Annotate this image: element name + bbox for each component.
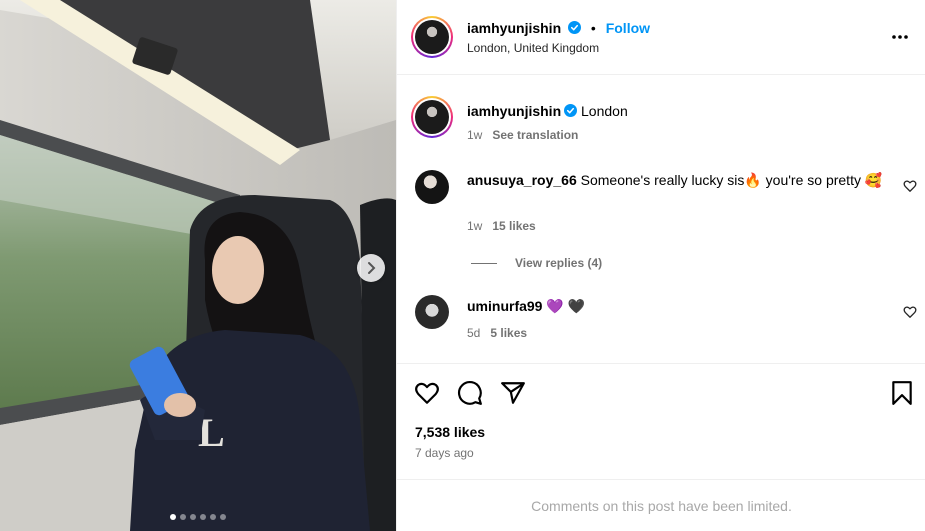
carousel-dot — [190, 514, 196, 520]
carousel-indicator — [0, 514, 396, 520]
view-replies-label: View replies (4) — [515, 256, 603, 270]
post-header: iamhyunjishin • Follow London, United Ki… — [397, 0, 925, 75]
comment-text: Someone's really lucky sis🔥 you're so pr… — [580, 172, 883, 188]
comment-time[interactable]: 5d — [467, 326, 480, 340]
carousel-dot — [170, 514, 176, 520]
train-photo-illustration: L — [0, 0, 396, 531]
caption-username[interactable]: iamhyunjishin — [467, 103, 561, 119]
comment-likes[interactable]: 15 likes — [492, 219, 535, 233]
caption-meta: 1w See translation — [467, 128, 578, 142]
comment-item: anusuya_roy_66 Someone's really lucky si… — [467, 171, 887, 189]
author-username[interactable]: iamhyunjishin — [467, 20, 561, 36]
verified-badge-icon — [564, 104, 578, 117]
comment-like-heart-icon[interactable] — [903, 179, 917, 193]
next-photo-button[interactable] — [357, 254, 385, 282]
comment-username[interactable]: anusuya_roy_66 — [467, 172, 577, 188]
chevron-right-icon — [368, 262, 376, 274]
replies-divider-line — [471, 262, 497, 264]
comment-like-heart-icon[interactable] — [903, 305, 917, 319]
comments-section: iamhyunjishin London 1w See translation a… — [397, 76, 925, 363]
post-location[interactable]: London, United Kingdom — [467, 41, 599, 55]
post-actions: 7,538 likes 7 days ago — [397, 363, 925, 479]
carousel-dot — [220, 514, 226, 520]
comment-username[interactable]: uminurfa99 — [467, 298, 542, 314]
comment-time[interactable]: 1w — [467, 219, 482, 233]
heart-icon[interactable] — [414, 380, 440, 406]
view-replies-button[interactable]: View replies (4) — [471, 256, 602, 270]
comment-text: 💜 🖤 — [546, 298, 586, 314]
follow-button[interactable]: Follow — [606, 20, 650, 36]
commenter-avatar[interactable] — [415, 170, 449, 204]
caption-author-avatar[interactable] — [411, 96, 453, 138]
post-timestamp[interactable]: 7 days ago — [415, 446, 474, 460]
post-photo[interactable]: L — [0, 0, 396, 531]
comment-item: uminurfa99 💜 🖤 — [467, 297, 585, 315]
more-horizontal-icon[interactable] — [890, 27, 910, 47]
carousel-dot — [210, 514, 216, 520]
carousel-dot — [200, 514, 206, 520]
carousel-dot — [180, 514, 186, 520]
author-avatar[interactable] — [411, 16, 453, 58]
comment-meta: 5d 5 likes — [467, 326, 527, 340]
paper-plane-icon[interactable] — [500, 380, 526, 406]
verified-badge-icon — [568, 21, 582, 34]
post-sidebar: iamhyunjishin • Follow London, United Ki… — [396, 0, 925, 531]
comment-meta: 1w 15 likes — [467, 219, 536, 233]
caption-text: London — [581, 103, 628, 119]
comment-likes[interactable]: 5 likes — [490, 326, 527, 340]
see-translation-button[interactable]: See translation — [492, 128, 578, 142]
caption-time[interactable]: 1w — [467, 128, 482, 142]
commenter-avatar[interactable] — [415, 295, 449, 329]
like-count[interactable]: 7,538 likes — [415, 424, 485, 440]
comment-bubble-icon[interactable] — [457, 380, 483, 406]
caption-line: iamhyunjishin London — [467, 102, 628, 120]
bookmark-icon[interactable] — [889, 380, 915, 406]
separator-dot: • — [590, 20, 596, 36]
comments-limited-notice: Comments on this post have been limited. — [397, 479, 925, 531]
